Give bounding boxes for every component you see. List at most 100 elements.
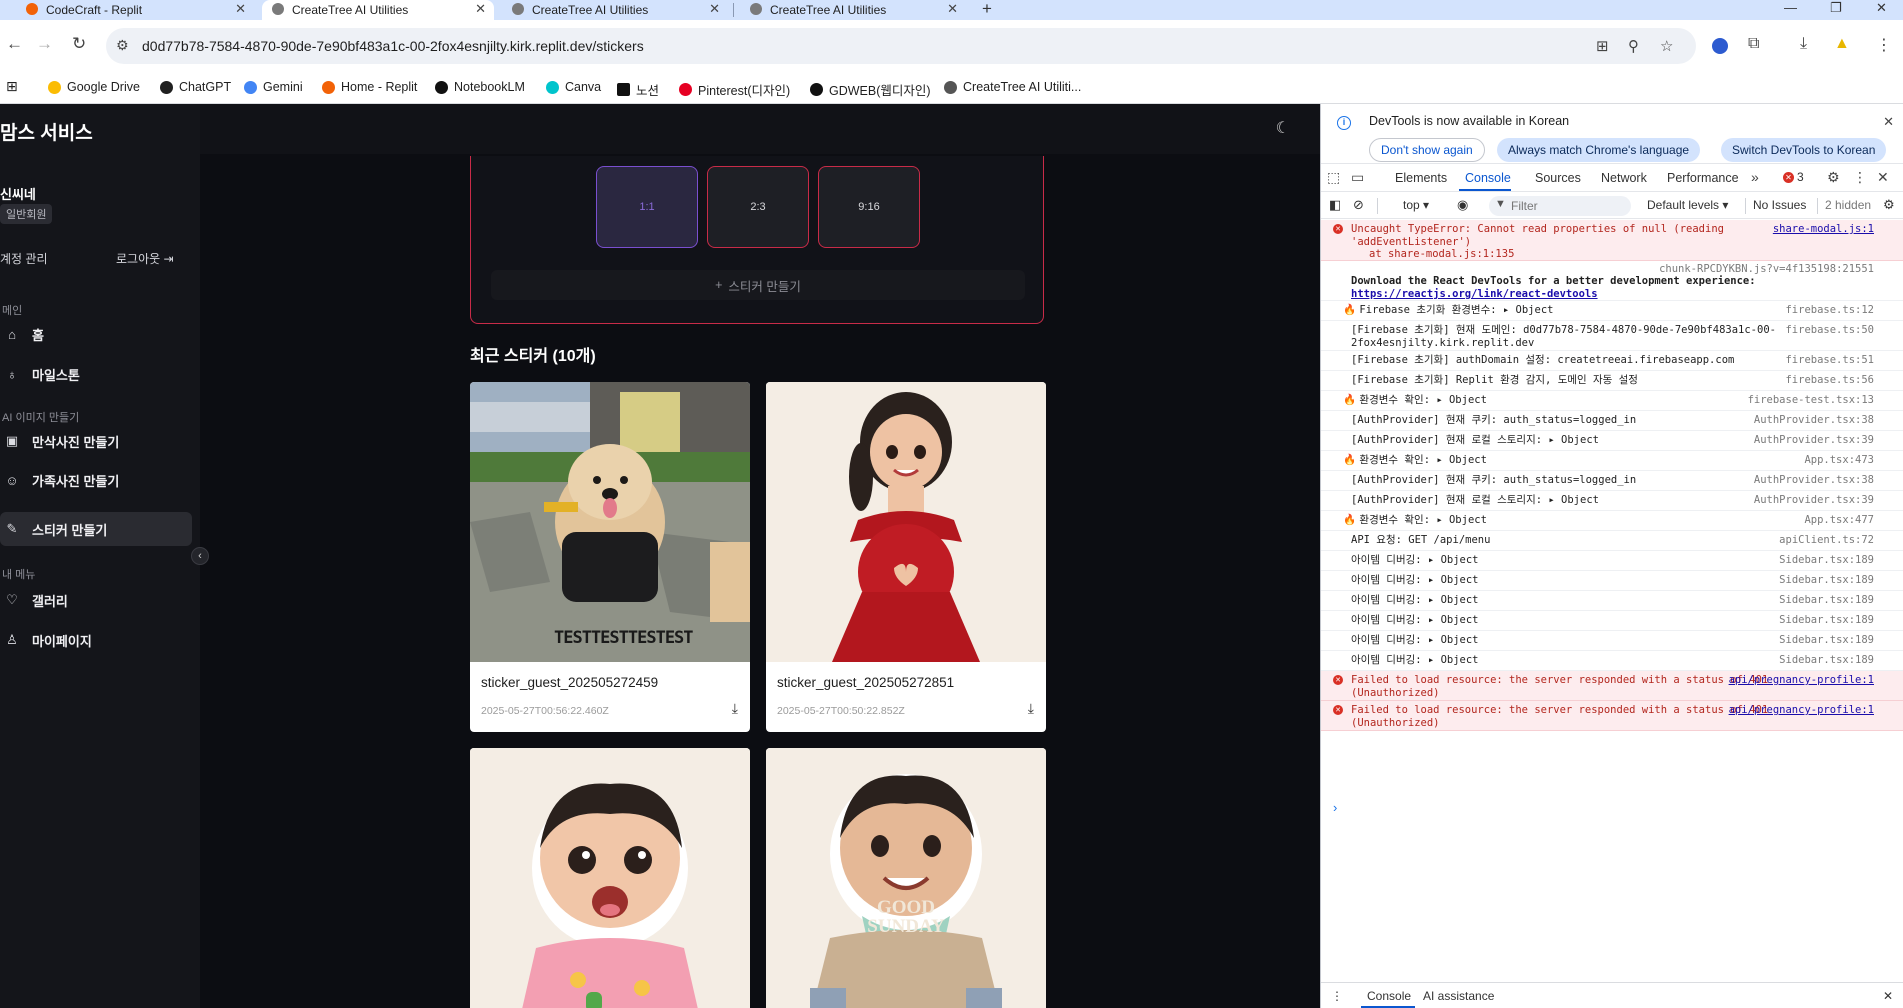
sticker-image-dog[interactable]: TESTTESTTESTEST xyxy=(470,382,750,662)
log-source[interactable]: firebase.ts:51 xyxy=(1785,354,1874,366)
ratio-option-2-3[interactable]: 2:3 xyxy=(707,166,809,248)
browser-tab[interactable]: CreateTree AI Utilities ✕ xyxy=(502,0,728,20)
log-source[interactable]: api/pregnancy-profile:1 xyxy=(1729,704,1874,716)
console-message[interactable]: [Firebase 초기화] 현재 도메인: d0d77b78-7584-487… xyxy=(1321,321,1903,351)
console-prompt-icon[interactable]: › xyxy=(1333,800,1337,815)
tab-console[interactable]: Console xyxy=(1465,171,1511,185)
console-message[interactable]: 🔥 Firebase 초기화 환경변수: ▸ Object firebase.ts… xyxy=(1321,301,1903,321)
close-icon[interactable]: ✕ xyxy=(475,1,486,17)
log-source[interactable]: AuthProvider.tsx:38 xyxy=(1754,474,1874,486)
bookmark-google-drive[interactable]: Google Drive xyxy=(48,80,140,94)
sidebar-item-milestone[interactable]: ♁ 마일스톤 xyxy=(0,357,192,391)
bookmark-star-icon[interactable]: ☆ xyxy=(1660,37,1673,55)
console-message[interactable]: chunk-RPCDYKBN.js?v=4f135198:21551 Downl… xyxy=(1321,261,1903,301)
log-source[interactable]: firebase.ts:12 xyxy=(1785,304,1874,316)
browser-tab[interactable]: CreateTree AI Utilities ✕ xyxy=(740,0,966,20)
sidebar-toggle-icon[interactable]: ◧ xyxy=(1329,197,1341,213)
close-icon[interactable]: ✕ xyxy=(1883,989,1893,1003)
drawer-menu-icon[interactable]: ⋮ xyxy=(1331,989,1343,1003)
browser-tab-active[interactable]: CreateTree AI Utilities ✕ xyxy=(262,0,494,20)
console-message[interactable]: [Firebase 초기화] Replit 환경 감지, 도메인 자동 설정 fi… xyxy=(1321,371,1903,391)
site-info-icon[interactable]: ⚙ xyxy=(116,37,129,54)
sticker-card[interactable]: TESTTESTTESTEST sticker_guest_2025052724… xyxy=(470,382,750,732)
console-message-error[interactable]: ✕ Failed to load resource: the server res… xyxy=(1321,671,1903,701)
console-message[interactable]: [AuthProvider] 현재 로컬 스토리지: ▸ Object AuthP… xyxy=(1321,431,1903,451)
console-message[interactable]: 🔥 환경변수 확인: ▸ Object App.tsx:477 xyxy=(1321,511,1903,531)
tab-performance[interactable]: Performance xyxy=(1667,171,1739,185)
extension-icon[interactable] xyxy=(1712,38,1728,54)
bookmark-createtree[interactable]: CreateTree AI Utiliti... xyxy=(944,80,1081,94)
close-icon[interactable]: ✕ xyxy=(709,1,720,17)
logout-button[interactable]: 로그아웃 ⇥ xyxy=(116,250,174,267)
context-selector[interactable]: top ▾ xyxy=(1403,198,1429,212)
drawer-tab-console[interactable]: Console xyxy=(1367,989,1411,1003)
console-message[interactable]: [Firebase 초기화] authDomain 설정: createtree… xyxy=(1321,351,1903,371)
switch-to-korean-button[interactable]: Switch DevTools to Korean xyxy=(1721,138,1887,162)
sticker-image-baby-surprised[interactable] xyxy=(470,748,750,1008)
translate-icon[interactable]: ⊞ xyxy=(1596,37,1609,55)
gear-icon[interactable]: ⚙ xyxy=(1883,197,1895,213)
inspect-element-icon[interactable]: ⬚ xyxy=(1327,169,1340,186)
log-source[interactable]: AuthProvider.tsx:39 xyxy=(1754,494,1874,506)
apps-grid-icon[interactable]: ⊞ xyxy=(6,78,18,95)
react-devtools-link[interactable]: https://reactjs.org/link/react-devtools xyxy=(1351,288,1598,300)
sticker-card[interactable] xyxy=(470,748,750,1008)
sidebar-item-mypage[interactable]: ♙ 마이페이지 xyxy=(0,623,192,657)
error-counter[interactable]: ✕ 3 xyxy=(1783,170,1804,184)
restore-icon[interactable]: ❐ xyxy=(1830,0,1842,16)
close-icon[interactable]: ✕ xyxy=(947,1,958,17)
bookmark-gdweb[interactable]: GDWEB(웹디자인) xyxy=(810,80,931,99)
console-message[interactable]: 아이템 디버깅: ▸ Object Sidebar.tsx:189 xyxy=(1321,611,1903,631)
back-arrow-icon[interactable]: ← xyxy=(6,34,23,54)
log-source[interactable]: chunk-RPCDYKBN.js?v=4f135198:21551 xyxy=(1659,263,1874,275)
always-match-language-button[interactable]: Always match Chrome's language xyxy=(1497,138,1701,162)
bookmark-gemini[interactable]: Gemini xyxy=(244,80,303,94)
log-source[interactable]: Sidebar.tsx:189 xyxy=(1779,554,1874,566)
make-sticker-button[interactable]: + 스티커 만들기 xyxy=(491,270,1025,300)
console-message[interactable]: 아이템 디버깅: ▸ Object Sidebar.tsx:189 xyxy=(1321,631,1903,651)
url-text[interactable]: d0d77b78-7584-4870-90de-7e90bf483a1c-00-… xyxy=(142,38,644,54)
sidebar-item-home[interactable]: ⌂ 홈 xyxy=(0,317,192,351)
clear-console-icon[interactable]: ⊘ xyxy=(1353,197,1364,213)
console-message[interactable]: [AuthProvider] 현재 로컬 스토리지: ▸ Object AuthP… xyxy=(1321,491,1903,511)
close-icon[interactable]: ✕ xyxy=(1877,169,1889,186)
reload-icon[interactable]: ↻ xyxy=(72,34,86,54)
console-message[interactable]: 아이템 디버깅: ▸ Object Sidebar.tsx:189 xyxy=(1321,571,1903,591)
console-message[interactable]: 아이템 디버깅: ▸ Object Sidebar.tsx:189 xyxy=(1321,551,1903,571)
device-toolbar-icon[interactable]: ▭ xyxy=(1351,169,1364,186)
gear-icon[interactable]: ⚙ xyxy=(1827,169,1840,186)
sidebar-item-gallery[interactable]: ♡ 갤러리 xyxy=(0,583,192,617)
browser-tab[interactable]: CodeCraft - Replit ✕ xyxy=(16,0,254,20)
ratio-option-1-1[interactable]: 1:1 xyxy=(596,166,698,248)
log-source[interactable]: firebase.ts:50 xyxy=(1785,324,1874,336)
bookmark-replit[interactable]: Home - Replit xyxy=(322,80,417,94)
download-icon[interactable]: ⤓ xyxy=(1028,700,1034,717)
stack-frame[interactable]: at share-modal.js:1:135 xyxy=(1369,248,1514,260)
log-source[interactable]: share-modal.js:1 xyxy=(1773,223,1874,235)
address-bar[interactable]: ⚙ d0d77b78-7584-4870-90de-7e90bf483a1c-0… xyxy=(106,28,1696,64)
zoom-icon[interactable]: ⚲ xyxy=(1628,37,1639,55)
log-source[interactable]: Sidebar.tsx:189 xyxy=(1779,654,1874,666)
sticker-image-baby-smiling[interactable]: GOOD SUNDAY xyxy=(766,748,1046,1008)
minimize-icon[interactable]: — xyxy=(1784,0,1797,15)
console-message[interactable]: [AuthProvider] 현재 쿠키: auth_status=logged… xyxy=(1321,411,1903,431)
log-source[interactable]: Sidebar.tsx:189 xyxy=(1779,614,1874,626)
window-close-icon[interactable]: ✕ xyxy=(1876,0,1887,16)
bookmark-pinterest[interactable]: Pinterest(디자인) xyxy=(679,80,790,99)
tab-elements[interactable]: Elements xyxy=(1395,171,1447,185)
log-source[interactable]: App.tsx:477 xyxy=(1804,514,1874,526)
sidebar-collapse-button[interactable]: ‹ xyxy=(191,547,209,565)
log-levels-dropdown[interactable]: Default levels ▾ xyxy=(1647,198,1728,212)
bookmark-canva[interactable]: Canva xyxy=(546,80,601,94)
console-message[interactable]: 🔥 환경변수 확인: ▸ Object firebase-test.tsx:13 xyxy=(1321,391,1903,411)
sidebar-item-maternity-photo[interactable]: ▣ 만삭사진 만들기 xyxy=(0,424,192,458)
menu-dots-icon[interactable]: ⋮ xyxy=(1876,35,1892,55)
sticker-card[interactable]: sticker_guest_202505272851 2025-05-27T00… xyxy=(766,382,1046,732)
drawer-tab-ai-assistance[interactable]: AI assistance xyxy=(1423,989,1494,1003)
sidebar-item-family-photo[interactable]: ☺ 가족사진 만들기 xyxy=(0,463,192,497)
new-tab-plus-icon[interactable]: + xyxy=(982,0,992,19)
console-message[interactable]: 아이템 디버깅: ▸ Object Sidebar.tsx:189 xyxy=(1321,651,1903,671)
close-icon[interactable]: ✕ xyxy=(1883,114,1894,130)
tab-network[interactable]: Network xyxy=(1601,171,1647,185)
eye-icon[interactable]: ◉ xyxy=(1457,197,1468,213)
